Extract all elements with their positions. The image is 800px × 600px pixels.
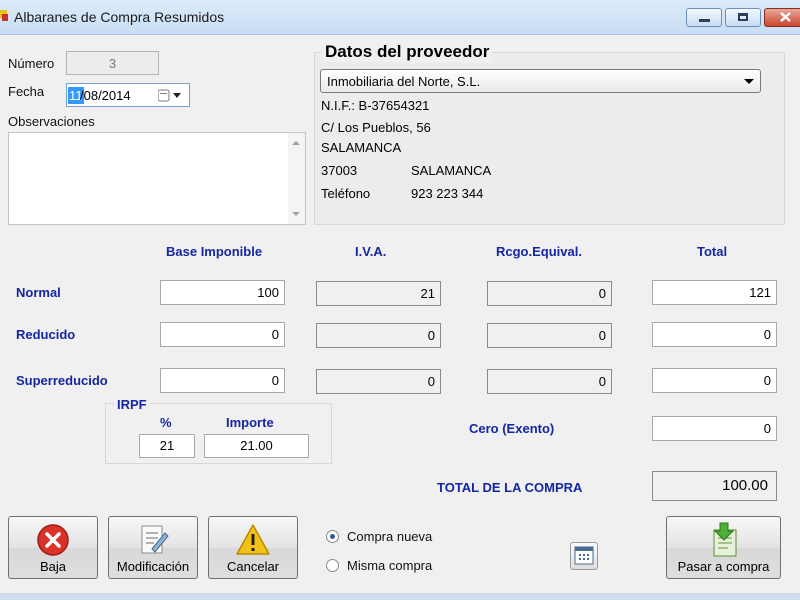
reducido-base-input[interactable]: 0 <box>160 322 285 347</box>
proveedor-address: C/ Los Pueblos, 56 <box>321 120 431 135</box>
delete-icon <box>9 522 97 558</box>
superreducido-total-field[interactable]: 0 <box>652 368 777 393</box>
superreducido-base-input[interactable]: 0 <box>160 368 285 393</box>
close-button[interactable] <box>764 8 800 27</box>
maximize-button[interactable] <box>725 8 761 27</box>
scroll-up-icon[interactable] <box>292 141 300 145</box>
edit-document-icon <box>109 522 197 558</box>
reducido-total-field[interactable]: 0 <box>652 322 777 347</box>
scroll-down-icon[interactable] <box>292 212 300 216</box>
calendar-icon <box>574 546 594 565</box>
observaciones-scrollbar[interactable] <box>288 133 305 224</box>
calendar-button[interactable] <box>570 542 598 570</box>
normal-iva-field: 21 <box>316 281 441 306</box>
irpf-pct-label: % <box>160 415 172 430</box>
proveedor-select[interactable]: Inmobiliaria del Norte, S.L. <box>320 69 761 93</box>
fecha-label: Fecha <box>8 84 45 99</box>
total-compra-field: 100.00 <box>652 471 777 501</box>
proveedor-phone: 923 223 344 <box>411 186 484 201</box>
compra-nueva-radio[interactable] <box>326 530 339 543</box>
cancelar-button[interactable]: Cancelar <box>208 516 298 579</box>
normal-total-field[interactable]: 121 <box>652 280 777 305</box>
numero-field: 3 <box>66 51 159 75</box>
download-document-icon <box>667 522 780 558</box>
cancelar-label: Cancelar <box>226 559 280 574</box>
app-icon <box>0 8 14 24</box>
fecha-rest: /08/2014 <box>80 88 131 103</box>
superreducido-iva-field: 0 <box>316 369 441 394</box>
fecha-date-picker[interactable]: 11 /08/2014 <box>66 83 190 107</box>
normal-base-input[interactable]: 100 <box>160 280 285 305</box>
modificacion-button[interactable]: Modificación <box>108 516 198 579</box>
cero-exento-input[interactable]: 0 <box>652 416 777 441</box>
calendar-dropdown-icon[interactable] <box>157 89 184 106</box>
header-total: Total <box>697 244 728 259</box>
proveedor-province: SALAMANCA <box>411 163 492 178</box>
status-strip <box>0 593 800 600</box>
proveedor-postal-code: 37003 <box>321 163 358 178</box>
proveedor-nif: N.I.F.: B-37654321 <box>321 98 430 113</box>
row-label-reducido: Reducido <box>16 327 76 342</box>
chevron-down-icon <box>744 79 754 84</box>
numero-label: Número <box>8 56 55 71</box>
observaciones-label: Observaciones <box>8 114 95 129</box>
proveedor-phone-label: Teléfono <box>321 186 371 201</box>
warning-icon <box>209 522 297 558</box>
compra-nueva-label: Compra nueva <box>347 529 433 544</box>
pasar-a-compra-label: Pasar a compra <box>677 559 770 574</box>
superreducido-rcgo-field: 0 <box>487 369 612 394</box>
baja-label: Baja <box>39 559 67 574</box>
irpf-importe-label: Importe <box>226 415 274 430</box>
irpf-importe-field[interactable]: 21.00 <box>204 434 309 458</box>
header-base-imponible: Base Imponible <box>166 244 263 259</box>
proveedor-city: SALAMANCA <box>321 140 402 155</box>
total-compra-label: TOTAL DE LA COMPRA <box>437 480 583 495</box>
observaciones-textarea[interactable] <box>8 132 306 225</box>
pasar-a-compra-button[interactable]: Pasar a compra <box>666 516 781 579</box>
proveedor-title: Datos del proveedor <box>322 42 493 62</box>
misma-compra-label: Misma compra <box>347 558 433 573</box>
reducido-rcgo-field: 0 <box>487 323 612 348</box>
header-iva: I.V.A. <box>355 244 387 259</box>
proveedor-selected: Inmobiliaria del Norte, S.L. <box>327 74 481 89</box>
row-label-normal: Normal <box>16 285 61 300</box>
modificacion-label: Modificación <box>116 559 190 574</box>
irpf-pct-input[interactable]: 21 <box>139 434 195 458</box>
irpf-title: IRPF <box>114 397 150 412</box>
minimize-button[interactable] <box>686 8 722 27</box>
misma-compra-radio[interactable] <box>326 559 339 572</box>
baja-button[interactable]: Baja <box>8 516 98 579</box>
normal-rcgo-field: 0 <box>487 281 612 306</box>
row-label-superreducido: Superreducido <box>16 373 108 388</box>
header-rcgo-equival: Rcgo.Equival. <box>496 244 582 259</box>
reducido-iva-field: 0 <box>316 323 441 348</box>
window-title: Albaranes de Compra Resumidos <box>14 9 225 25</box>
cero-exento-label: Cero (Exento) <box>469 421 555 436</box>
